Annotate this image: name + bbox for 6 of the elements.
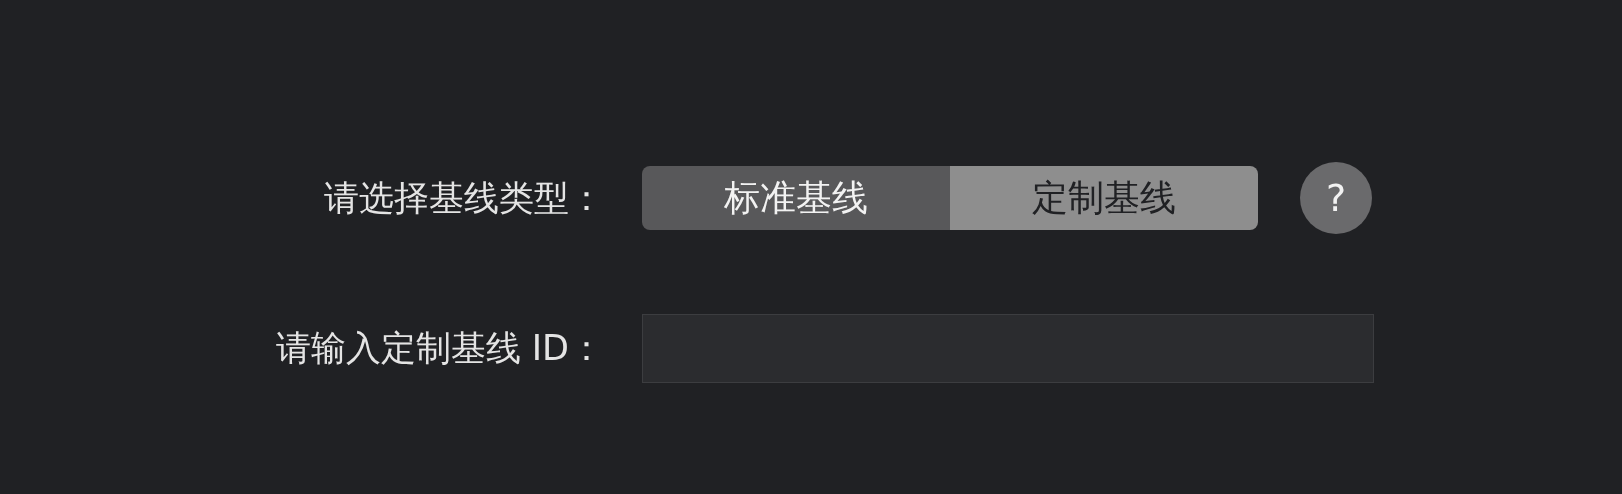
input-field[interactable] bbox=[642, 314, 1374, 383]
field-label: 请输入定制基线 ID： bbox=[275, 327, 604, 371]
help-button[interactable]: ? bbox=[1300, 162, 1372, 234]
segment-tab[interactable]: 定制基线 bbox=[950, 166, 1258, 230]
field-label: 请选择基线类型： bbox=[324, 176, 604, 220]
segment-tab[interactable]: 标准基线 bbox=[642, 166, 950, 230]
